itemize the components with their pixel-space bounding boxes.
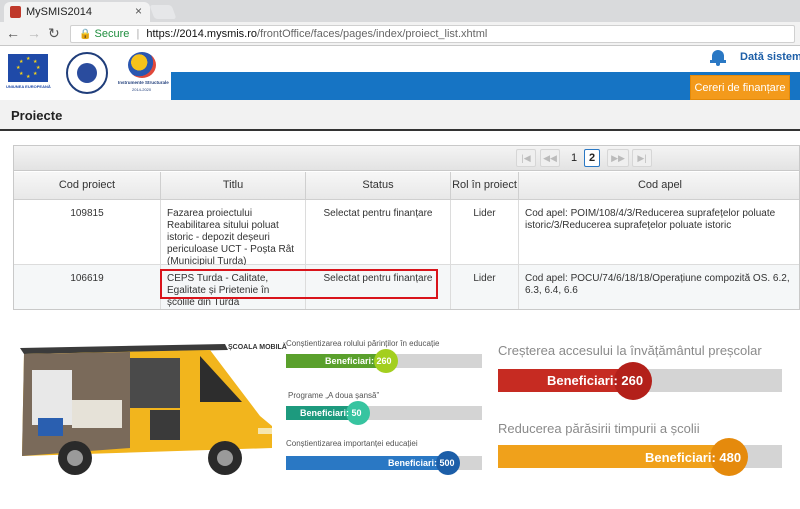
highlight-annotation-box xyxy=(160,269,438,299)
lock-icon: 🔒 xyxy=(79,29,92,40)
tab-title: MySMIS2014 xyxy=(26,6,93,18)
indicator-3-value: Beneficiari: 500 xyxy=(388,458,455,468)
table-row-1-apel: Cod apel: POIM/108/4/3/Reducerea suprafe… xyxy=(519,200,799,265)
column-header-rol[interactable]: Rol în proiect xyxy=(451,172,519,200)
indicator-3-label: Conștientizarea importanței educației xyxy=(286,439,418,448)
column-header-status[interactable]: Status xyxy=(306,172,451,200)
indicator-2-label: Programe „A doua șansă” xyxy=(288,391,380,400)
table-row-2-rol: Lider xyxy=(451,265,519,309)
eu-logo: ★ ★ ★ ★ ★ ★ ★ ★ UNIUNEA EUROPEANĂ xyxy=(6,54,51,92)
table-row-2-apel: Cod apel: POCU/74/6/18/18/Operațiune com… xyxy=(519,265,799,309)
site-favicon-icon xyxy=(10,6,21,18)
page-title-bar xyxy=(0,100,800,131)
column-header-cod-proiect[interactable]: Cod proiect xyxy=(14,172,161,200)
back-arrow-icon[interactable]: ← xyxy=(6,25,20,41)
prev-page-button[interactable]: ◀◀ xyxy=(540,149,560,167)
page-title: Proiecte xyxy=(11,108,63,123)
government-crest-logo xyxy=(66,52,108,94)
mobile-school-van-illustration xyxy=(20,344,272,475)
url-host: https://2014.mysmis.ro xyxy=(146,28,258,40)
system-date-label: Dată sistem: xyxy=(740,51,800,63)
browser-tab[interactable]: MySMIS2014 × xyxy=(4,2,150,22)
page-2-link[interactable]: 2 xyxy=(584,149,600,167)
indicator-5-label: Reducerea părăsirii timpurii a școlii xyxy=(498,421,700,436)
structural-instruments-logo: Instrumente Structurale 2014-2020 xyxy=(118,52,170,96)
table-row-2-cod: 106619 xyxy=(14,265,161,309)
mobile-school-label: ȘCOALA MOBILĂ xyxy=(228,344,287,351)
table-row-1-status: Selectat pentru finanțare xyxy=(306,200,451,265)
eu-flag-icon: ★ ★ ★ ★ ★ ★ ★ ★ xyxy=(8,54,48,82)
new-tab-button[interactable] xyxy=(149,5,177,19)
table-row-1-titlu[interactable]: Fazarea proiectului Reabilitarea sitului… xyxy=(161,200,306,267)
table-row-1-cod: 109815 xyxy=(14,200,161,265)
notification-bell-icon[interactable] xyxy=(710,48,726,66)
page-1-link[interactable]: 1 xyxy=(566,149,582,167)
indicator-2-value: Beneficiari: 50 xyxy=(300,408,362,418)
last-page-button[interactable]: ▶| xyxy=(632,149,652,167)
url-path: /frontOffice/faces/pages/index/proiect_l… xyxy=(257,28,488,40)
indicator-4-value: Beneficiari: 260 xyxy=(547,373,644,388)
eu-logo-text: UNIUNEA EUROPEANĂ xyxy=(6,84,51,89)
indicator-1-label: Conștientizarea rolului părinților în ed… xyxy=(286,339,440,348)
structural-instruments-star-icon xyxy=(128,52,156,78)
screen: MySMIS2014 × ← → ↻ 🔒 Secure | https://20… xyxy=(0,0,800,509)
tab-close-icon[interactable]: × xyxy=(135,4,142,18)
url-input[interactable]: 🔒 Secure | https://2014.mysmis.ro/frontO… xyxy=(70,25,795,43)
reload-icon[interactable]: ↻ xyxy=(48,25,60,42)
next-page-button[interactable]: ▶▶ xyxy=(607,149,629,167)
cereri-finantare-button[interactable]: Cereri de finanțare xyxy=(690,75,790,100)
secure-label: Secure xyxy=(94,28,130,40)
url-separator: | xyxy=(136,28,140,40)
paginator: |◀ ◀◀ 1 2 ▶▶ ▶| xyxy=(14,146,799,171)
table-row-1-rol: Lider xyxy=(451,200,519,265)
forward-arrow-icon[interactable]: → xyxy=(27,25,41,41)
indicator-4-label: Creșterea accesului la învățământul preș… xyxy=(498,343,762,358)
column-header-cod-apel[interactable]: Cod apel xyxy=(519,172,799,200)
address-bar-row: ← → ↻ 🔒 Secure | https://2014.mysmis.ro/… xyxy=(0,22,800,46)
browser-tab-bar: MySMIS2014 × xyxy=(0,0,800,22)
first-page-button[interactable]: |◀ xyxy=(516,149,536,167)
is-logo-text: Instrumente Structurale xyxy=(118,80,169,85)
indicator-1-value: Beneficiari: 260 xyxy=(325,356,392,366)
column-header-titlu[interactable]: Titlu xyxy=(161,172,306,200)
indicator-5-value: Beneficiari: 480 xyxy=(645,450,742,465)
is-logo-years: 2014-2020 xyxy=(132,87,152,92)
